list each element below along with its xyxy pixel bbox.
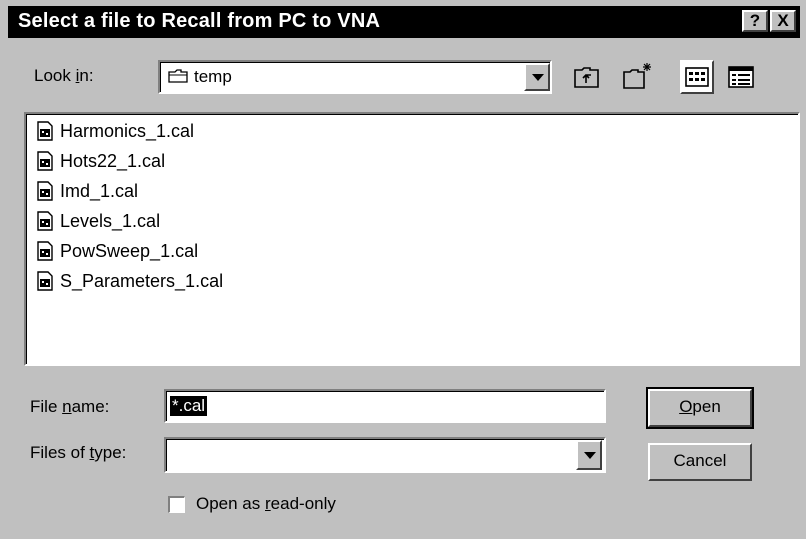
folder-icon [168,69,188,83]
file-name-text: PowSweep_1.cal [60,240,199,261]
cal-file-icon [37,181,53,201]
cal-file-icon [37,241,53,261]
list-view-button[interactable] [680,60,714,94]
read-only-label[interactable]: Open as read-only [196,494,336,514]
file-name-text: Levels_1.cal [60,210,161,231]
files-of-type-dropdown-button[interactable] [576,440,602,470]
cal-file-icon [37,271,53,291]
list-item[interactable]: PowSweep_1.cal [36,238,198,264]
look-in-dropdown-button[interactable] [524,63,550,91]
close-button[interactable]: X [770,10,796,32]
cancel-button[interactable]: Cancel [648,443,752,481]
cal-file-icon [37,211,53,231]
file-name-value: *.cal [170,396,208,416]
look-in-label-text: Look [34,66,76,85]
list-item[interactable]: Harmonics_1.cal [36,118,194,144]
list-view-icon [685,67,709,87]
file-name-label-rest: ame: [71,397,110,416]
file-name-text: Harmonics_1.cal [60,120,195,141]
files-of-type-combo[interactable] [164,437,606,473]
look-in-label: Look in: [34,66,94,86]
cal-file-icon [37,121,53,141]
help-button[interactable]: ? [742,10,768,32]
file-name-label-text: File [30,397,63,416]
files-of-type-label-rest: ype: [94,443,127,462]
read-only-checkbox[interactable] [168,496,185,513]
list-item[interactable]: Levels_1.cal [36,208,160,234]
list-item[interactable]: Imd_1.cal [36,178,138,204]
chevron-down-icon [532,74,544,81]
file-name-label: File name: [30,397,109,417]
new-folder-button[interactable] [620,60,654,94]
files-of-type-label: Files of type: [30,443,126,463]
file-name-text: S_Parameters_1.cal [60,270,224,291]
file-list[interactable]: Harmonics_1.cal Hots22_1.cal Imd_1.cal L… [24,112,800,366]
look-in-value: temp [194,67,232,86]
file-name-text: Hots22_1.cal [60,150,166,171]
new-folder-icon [623,63,651,89]
folder-up-icon [574,67,599,88]
open-button-label: pen [692,397,721,416]
look-in-label-rest: n: [79,66,94,85]
file-name-field[interactable]: *.cal [164,389,606,423]
list-item[interactable]: Hots22_1.cal [36,148,165,174]
file-name-text: Imd_1.cal [60,180,139,201]
open-button-key: O [679,397,693,416]
list-item[interactable]: S_Parameters_1.cal [36,268,223,294]
look-in-combo[interactable]: temp [158,60,552,94]
read-only-label-text: Open as [196,494,265,513]
files-of-type-label-text: Files of [30,443,90,462]
title-bar[interactable]: Select a file to Recall from PC to VNA ?… [8,6,800,38]
cal-file-icon [37,151,53,171]
details-view-icon [728,66,754,88]
file-open-dialog: Select a file to Recall from PC to VNA ?… [0,0,806,539]
up-one-level-button[interactable] [570,60,604,94]
read-only-label-rest: ead-only [270,494,336,513]
details-view-button[interactable] [724,60,758,94]
file-name-label-key: n [62,397,72,416]
open-button[interactable]: Open [646,387,754,429]
window-title: Select a file to Recall from PC to VNA [18,10,381,32]
chevron-down-icon [584,452,596,459]
